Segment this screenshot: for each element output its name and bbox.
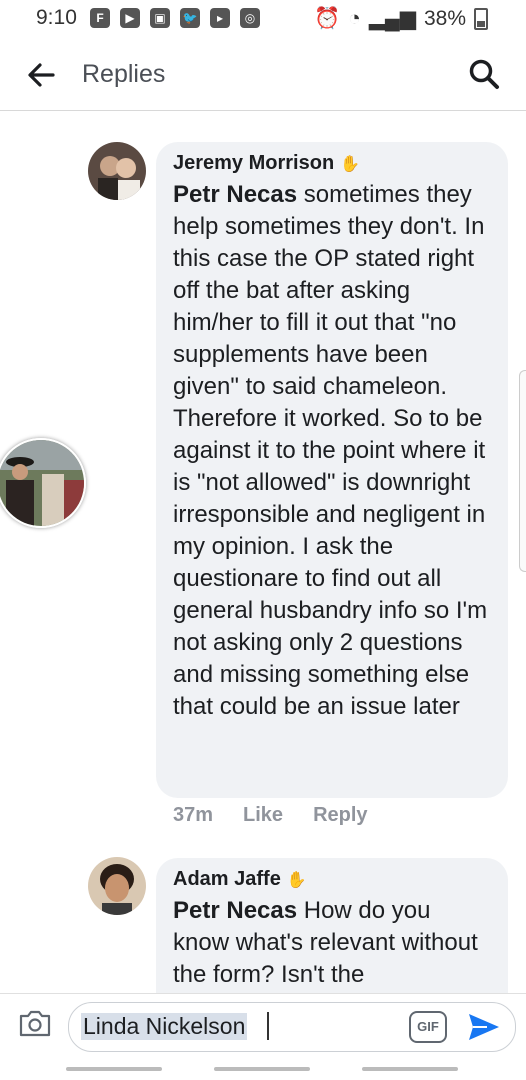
reply-input-text[interactable]: Linda Nickelson: [81, 1013, 248, 1040]
viewer-avatar[interactable]: [0, 438, 86, 528]
send-icon[interactable]: [467, 1011, 501, 1043]
reply-button[interactable]: Reply: [313, 804, 367, 827]
comment-author[interactable]: Jeremy Morrison ✋: [173, 152, 492, 175]
author-name[interactable]: Jeremy Morrison: [173, 152, 334, 175]
messenger-notification-icon: ◎: [240, 8, 260, 28]
like-button[interactable]: Like: [243, 804, 283, 827]
camera-icon[interactable]: [18, 1008, 52, 1038]
battery-percent: 38%: [423, 6, 466, 30]
comment-text: Petr Necas sometimes they help sometimes…: [173, 179, 492, 723]
comment-body: sometimes they help sometimes they don't…: [173, 181, 488, 720]
status-time: 9:10: [36, 6, 77, 29]
text-caret: [267, 1012, 269, 1040]
nav-back-indicator[interactable]: [362, 1067, 458, 1071]
wave-hand-icon: ✋: [340, 155, 361, 173]
page-title: Replies: [82, 60, 166, 88]
comment-author[interactable]: Adam Jaffe ✋: [173, 868, 492, 891]
author-name[interactable]: Adam Jaffe: [173, 868, 281, 891]
reply-input[interactable]: Linda Nickelson GIF: [68, 1002, 516, 1052]
status-bar: 9:10 F ▶ ▣ 🐦 ▸ ◎ ⏰ ◔ ▂▄▆ 38%: [0, 0, 526, 38]
mention-tag[interactable]: Petr Necas: [173, 181, 297, 208]
youtube-notification-icon: ▶: [120, 8, 140, 28]
status-right: ⏰ ◔ ▂▄▆ 38%: [314, 6, 488, 31]
commenter-avatar[interactable]: [88, 142, 146, 200]
app-header: Replies: [0, 38, 526, 111]
twitter-notification-icon: 🐦: [180, 8, 200, 28]
comment-text: Petr Necas How do you know what's releva…: [173, 895, 492, 991]
search-icon[interactable]: [468, 58, 500, 90]
mention-tag[interactable]: Petr Necas: [173, 897, 297, 924]
wifi-icon: ◔: [348, 6, 361, 30]
battery-icon: [474, 7, 488, 30]
facebook-notification-icon: F: [90, 8, 110, 28]
back-arrow-icon[interactable]: [26, 60, 56, 90]
notification-icons: F ▶ ▣ 🐦 ▸ ◎: [90, 8, 260, 28]
nav-recent-indicator[interactable]: [66, 1067, 162, 1071]
gif-button[interactable]: GIF: [409, 1011, 447, 1043]
gallery-notification-icon: ▣: [150, 8, 170, 28]
signal-icon: ▂▄▆: [368, 7, 416, 30]
wave-hand-icon: ✋: [286, 871, 307, 889]
play-notification-icon: ▸: [210, 8, 230, 28]
alarm-icon: ⏰: [313, 6, 341, 30]
comment-bubble[interactable]: Jeremy Morrison ✋ Petr Necas sometimes t…: [156, 142, 508, 798]
comment-time: 37m: [173, 804, 214, 826]
scrollbar-thumb[interactable]: [519, 370, 526, 572]
commenter-avatar[interactable]: [88, 857, 146, 915]
reply-composer: Linda Nickelson GIF: [0, 993, 526, 1060]
system-nav-bar: [0, 1059, 526, 1080]
comment-actions: 37m Like Reply: [173, 804, 368, 827]
nav-home-indicator[interactable]: [214, 1067, 310, 1071]
